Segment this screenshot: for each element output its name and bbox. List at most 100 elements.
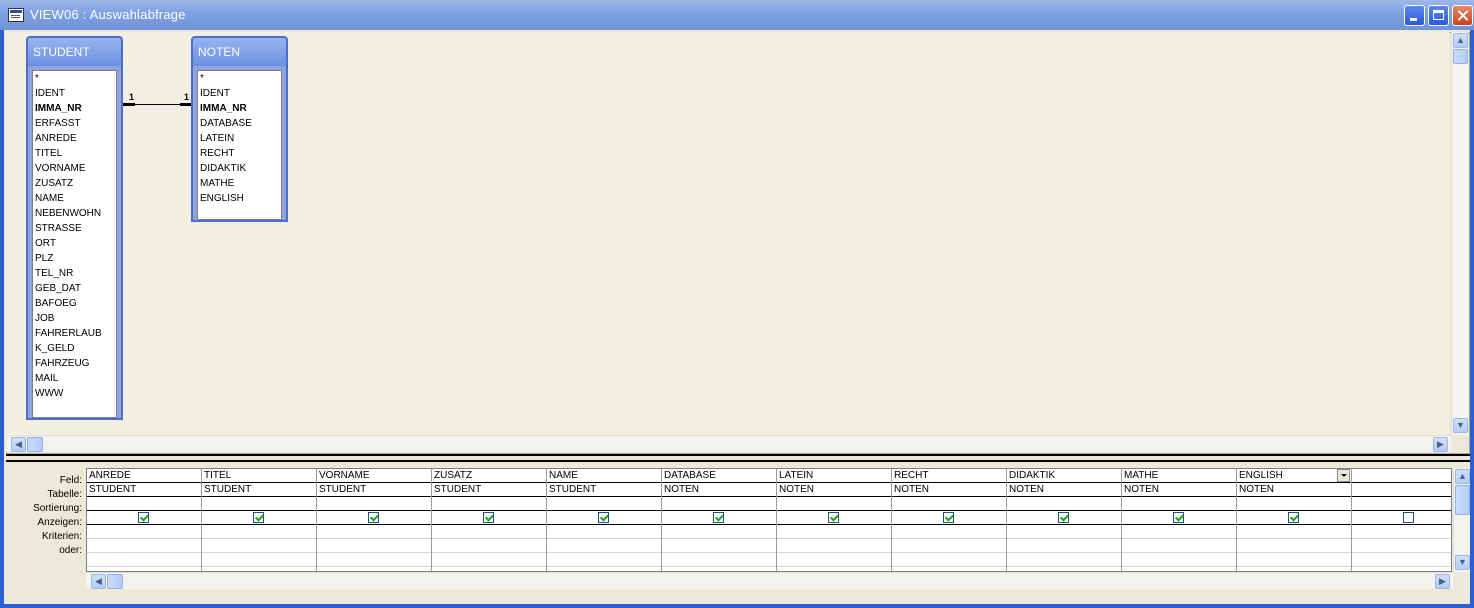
grid-cell-field[interactable]: ENGLISH xyxy=(1237,469,1351,483)
grid-cell-extra[interactable] xyxy=(547,553,661,567)
table-field-item[interactable]: BAFOEG xyxy=(35,296,116,311)
grid-cell-or[interactable] xyxy=(547,539,661,553)
scroll-thumb[interactable] xyxy=(107,574,123,589)
show-checkbox[interactable] xyxy=(713,512,724,523)
table-field-item[interactable]: NAME xyxy=(35,191,116,206)
grid-column[interactable]: RECHT NOTEN xyxy=(892,469,1007,571)
grid-cell-sort[interactable] xyxy=(547,497,661,511)
table-field-item[interactable]: STRASSE xyxy=(35,221,116,236)
table-field-item[interactable]: ANREDE xyxy=(35,131,116,146)
grid-cell-extra[interactable] xyxy=(1122,553,1236,567)
grid-column[interactable]: MATHE NOTEN xyxy=(1122,469,1237,571)
grid-cell-extra[interactable] xyxy=(1007,553,1121,567)
grid-vertical-scrollbar[interactable]: ▲ ▼ xyxy=(1453,468,1470,572)
table-field-item[interactable]: ORT xyxy=(35,236,116,251)
table-field-item[interactable]: MATHE xyxy=(200,176,281,191)
grid-cell-extra[interactable] xyxy=(432,553,546,567)
scroll-left-icon[interactable]: ◀ xyxy=(11,437,26,452)
show-checkbox[interactable] xyxy=(138,512,149,523)
grid-cell-sort[interactable] xyxy=(87,497,201,511)
grid-cell-or[interactable] xyxy=(777,539,891,553)
table-field-item[interactable]: IMMA_NR xyxy=(35,101,116,116)
grid-cell-field[interactable]: MATHE xyxy=(1122,469,1236,483)
grid-cell-sort[interactable] xyxy=(1007,497,1121,511)
close-button[interactable] xyxy=(1452,5,1473,26)
grid-cell-criteria[interactable] xyxy=(1122,525,1236,539)
grid-cell-or[interactable] xyxy=(432,539,546,553)
table-pane[interactable]: STUDENT * IDENT IMMA_NR ERFASST ANREDE TITEL V… xyxy=(6,32,1449,435)
grid-cell-field[interactable]: ANREDE xyxy=(87,469,201,483)
grid-cell-or[interactable] xyxy=(87,539,201,553)
scroll-thumb[interactable] xyxy=(1455,485,1470,515)
pane-splitter[interactable] xyxy=(6,454,1470,462)
table-pane-vertical-scrollbar[interactable]: ▲ ▼ xyxy=(1451,32,1468,435)
table-field-item[interactable]: TITEL xyxy=(35,146,116,161)
table-noten-header[interactable]: NOTEN xyxy=(193,38,286,66)
table-field-item[interactable]: PLZ xyxy=(35,251,116,266)
table-field-item[interactable]: LATEIN xyxy=(200,131,281,146)
grid-cell-show[interactable] xyxy=(892,511,1006,525)
table-field-item[interactable]: IMMA_NR xyxy=(200,101,281,116)
scroll-thumb[interactable] xyxy=(27,437,43,452)
grid-cell-extra[interactable] xyxy=(1352,553,1451,567)
grid-horizontal-scrollbar[interactable]: ◀ ▶ xyxy=(86,572,1453,589)
table-field-item[interactable]: TEL_NR xyxy=(35,266,116,281)
grid-cell-field[interactable]: VORNAME xyxy=(317,469,431,483)
grid-cell-show[interactable] xyxy=(1352,511,1451,525)
grid-cell-extra[interactable] xyxy=(777,553,891,567)
table-field-item[interactable]: K_GELD xyxy=(35,341,116,356)
grid-cell-sort[interactable] xyxy=(1352,497,1451,511)
grid-cell-show[interactable] xyxy=(777,511,891,525)
grid-cell-criteria[interactable] xyxy=(662,525,776,539)
minimize-button[interactable] xyxy=(1404,5,1425,26)
grid-cell-criteria[interactable] xyxy=(87,525,201,539)
table-field-item[interactable]: NEBENWOHN xyxy=(35,206,116,221)
grid-cell-or[interactable] xyxy=(202,539,316,553)
grid-cell-extra[interactable] xyxy=(202,553,316,567)
grid-cell-sort[interactable] xyxy=(892,497,1006,511)
grid-cell-or[interactable] xyxy=(317,539,431,553)
show-checkbox[interactable] xyxy=(1288,512,1299,523)
grid-cell-table[interactable] xyxy=(1352,483,1451,497)
grid-cell-show[interactable] xyxy=(547,511,661,525)
grid-cell-show[interactable] xyxy=(432,511,546,525)
grid-column[interactable]: VORNAME STUDENT xyxy=(317,469,432,571)
table-noten-field-list[interactable]: * IDENT IMMA_NR DATABASE LATEIN RECHT DIDAKTIK… xyxy=(197,70,282,220)
grid-cell-table[interactable]: NOTEN xyxy=(1007,483,1121,497)
grid-cell-criteria[interactable] xyxy=(1237,525,1351,539)
table-field-item[interactable]: ENGLISH xyxy=(200,191,281,206)
grid-column[interactable]: TITEL STUDENT xyxy=(202,469,317,571)
table-field-item[interactable]: VORNAME xyxy=(35,161,116,176)
grid-cell-extra[interactable] xyxy=(662,553,776,567)
grid-cell-criteria[interactable] xyxy=(432,525,546,539)
table-pane-horizontal-scrollbar[interactable]: ◀ ▶ xyxy=(6,435,1451,452)
table-field-item[interactable]: * xyxy=(200,71,281,86)
table-field-item[interactable]: FAHRZEUG xyxy=(35,356,116,371)
grid-cell-table[interactable]: STUDENT xyxy=(202,483,316,497)
show-checkbox[interactable] xyxy=(483,512,494,523)
grid-column[interactable]: ZUSATZ STUDENT xyxy=(432,469,547,571)
scroll-thumb[interactable] xyxy=(1453,49,1468,64)
grid-cell-table[interactable]: STUDENT xyxy=(317,483,431,497)
table-student-field-list[interactable]: * IDENT IMMA_NR ERFASST ANREDE TITEL VORNAME ZU… xyxy=(32,70,117,418)
scroll-down-icon[interactable]: ▼ xyxy=(1455,555,1470,570)
grid-cell-table[interactable]: NOTEN xyxy=(1237,483,1351,497)
grid-cell-criteria[interactable] xyxy=(892,525,1006,539)
grid-cell-or[interactable] xyxy=(662,539,776,553)
table-field-item[interactable]: FAHRERLAUB xyxy=(35,326,116,341)
grid-cell-sort[interactable] xyxy=(202,497,316,511)
table-field-item[interactable]: * xyxy=(35,71,116,86)
query-design-grid[interactable]: ANREDE STUDENT TITEL STUDENT VORNAME STUDENT Z… xyxy=(86,468,1452,572)
grid-cell-criteria[interactable] xyxy=(547,525,661,539)
grid-cell-show[interactable] xyxy=(662,511,776,525)
grid-cell-table[interactable]: STUDENT xyxy=(432,483,546,497)
grid-cell-field[interactable]: TITEL xyxy=(202,469,316,483)
scroll-up-icon[interactable]: ▲ xyxy=(1455,469,1470,484)
grid-cell-extra[interactable] xyxy=(892,553,1006,567)
grid-cell-or[interactable] xyxy=(1007,539,1121,553)
grid-cell-field[interactable]: DATABASE xyxy=(662,469,776,483)
grid-cell-field[interactable]: ZUSATZ xyxy=(432,469,546,483)
maximize-button[interactable] xyxy=(1428,5,1449,26)
grid-column[interactable] xyxy=(1352,469,1451,571)
grid-column[interactable]: NAME STUDENT xyxy=(547,469,662,571)
